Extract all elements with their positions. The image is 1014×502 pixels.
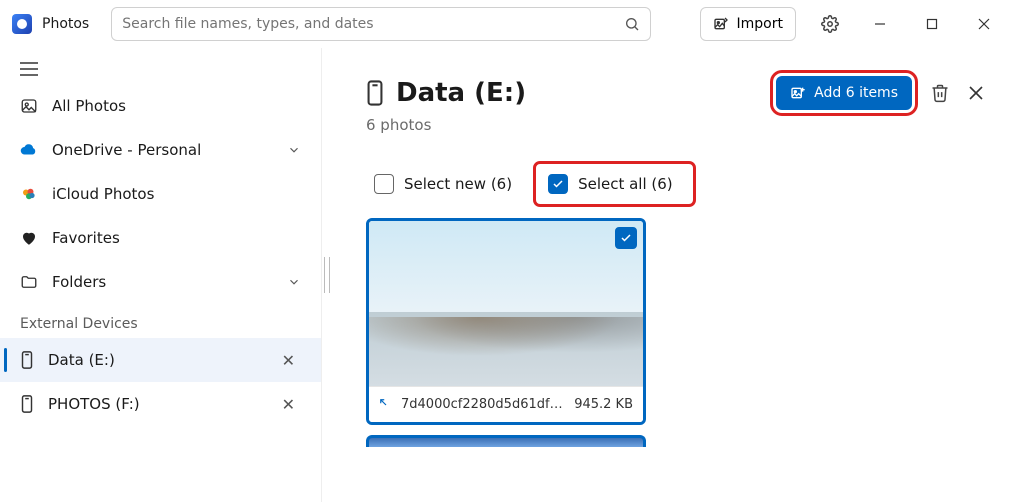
folder-icon xyxy=(20,273,38,291)
titlebar-left: Photos xyxy=(8,14,89,34)
sidebar-item-label: Data (E:) xyxy=(48,351,115,369)
image-icon xyxy=(20,97,38,115)
import-button[interactable]: Import xyxy=(700,7,796,41)
header-row: Data (E:) Add 6 items xyxy=(366,76,984,110)
window-maximize[interactable] xyxy=(910,8,954,40)
import-icon xyxy=(713,16,729,32)
selection-filters: Select new (6) Select all (6) xyxy=(366,164,984,204)
app-title: Photos xyxy=(42,16,89,32)
select-all-checkbox[interactable]: Select all (6) xyxy=(540,170,681,198)
import-label: Import xyxy=(737,16,783,32)
sidebar-item-label: PHOTOS (F:) xyxy=(48,395,140,413)
titlebar: Photos Import xyxy=(0,0,1014,48)
photo-count: 6 photos xyxy=(366,116,984,134)
close-panel-button[interactable] xyxy=(968,85,984,101)
app-icon xyxy=(12,14,32,34)
sidebar: All Photos OneDrive - Personal iCloud Ph… xyxy=(0,48,322,502)
remove-device-button[interactable]: ✕ xyxy=(276,391,301,418)
main-content: Data (E:) Add 6 items 6 photos Select ne… xyxy=(332,48,1014,502)
page-title-text: Data (E:) xyxy=(396,78,526,108)
heart-icon xyxy=(20,229,38,247)
add-media-icon xyxy=(790,85,806,101)
cloud-icon xyxy=(20,141,38,159)
header-actions: Add 6 items xyxy=(776,76,984,110)
photo-size: 945.2 KB xyxy=(574,397,633,412)
photo-card[interactable]: 7d4000cf2280d5d61df26c6ab558... 945.2 KB xyxy=(366,218,646,425)
photo-filename: 7d4000cf2280d5d61df26c6ab558... xyxy=(401,397,566,412)
photo-meta: 7d4000cf2280d5d61df26c6ab558... 945.2 KB xyxy=(369,386,643,422)
drive-icon xyxy=(20,351,34,369)
photo-thumbnail[interactable] xyxy=(369,221,643,386)
search-icon[interactable] xyxy=(624,16,640,32)
chevron-down-icon xyxy=(287,143,301,157)
photo-grid: 7d4000cf2280d5d61df26c6ab558... 945.2 KB xyxy=(366,218,984,447)
sidebar-item-label: iCloud Photos xyxy=(52,185,154,203)
search-box[interactable] xyxy=(111,7,651,41)
photo-selected-check-icon[interactable] xyxy=(615,227,637,249)
select-new-label: Select new (6) xyxy=(404,175,512,193)
add-items-button[interactable]: Add 6 items xyxy=(776,76,912,110)
page-title: Data (E:) xyxy=(366,78,526,108)
remove-device-button[interactable]: ✕ xyxy=(276,347,301,374)
sidebar-item-data-e[interactable]: Data (E:) ✕ xyxy=(0,338,321,382)
window-minimize[interactable] xyxy=(858,8,902,40)
sidebar-item-label: Favorites xyxy=(52,229,120,247)
expand-icon[interactable] xyxy=(379,398,393,412)
drive-icon xyxy=(20,395,34,413)
highlight-box: Select all (6) xyxy=(536,164,693,204)
settings-button[interactable] xyxy=(810,4,850,44)
add-items-label: Add 6 items xyxy=(814,85,898,101)
sidebar-item-favorites[interactable]: Favorites xyxy=(0,216,321,260)
checkbox-checked-icon xyxy=(548,174,568,194)
sidebar-item-all-photos[interactable]: All Photos xyxy=(0,84,321,128)
sidebar-item-icloud[interactable]: iCloud Photos xyxy=(0,172,321,216)
sidebar-item-onedrive[interactable]: OneDrive - Personal xyxy=(0,128,321,172)
photo-card-partial[interactable] xyxy=(366,435,646,447)
sidebar-item-label: OneDrive - Personal xyxy=(52,141,201,159)
delete-button[interactable] xyxy=(930,83,950,103)
chevron-down-icon xyxy=(287,275,301,289)
sidebar-item-label: Folders xyxy=(52,273,106,291)
sidebar-item-folders[interactable]: Folders xyxy=(0,260,321,304)
select-new-checkbox[interactable]: Select new (6) xyxy=(366,170,520,198)
sidebar-section-external: External Devices xyxy=(0,304,321,338)
icloud-icon xyxy=(20,185,38,203)
splitter-handle[interactable] xyxy=(322,48,332,502)
sidebar-item-label: All Photos xyxy=(52,97,126,115)
hamburger-button[interactable] xyxy=(0,54,321,84)
checkbox-icon xyxy=(374,174,394,194)
search-input[interactable] xyxy=(122,16,624,32)
window-close[interactable] xyxy=(962,8,1006,40)
drive-icon xyxy=(366,80,384,106)
sidebar-item-photos-f[interactable]: PHOTOS (F:) ✕ xyxy=(0,382,321,426)
select-all-label: Select all (6) xyxy=(578,175,673,193)
